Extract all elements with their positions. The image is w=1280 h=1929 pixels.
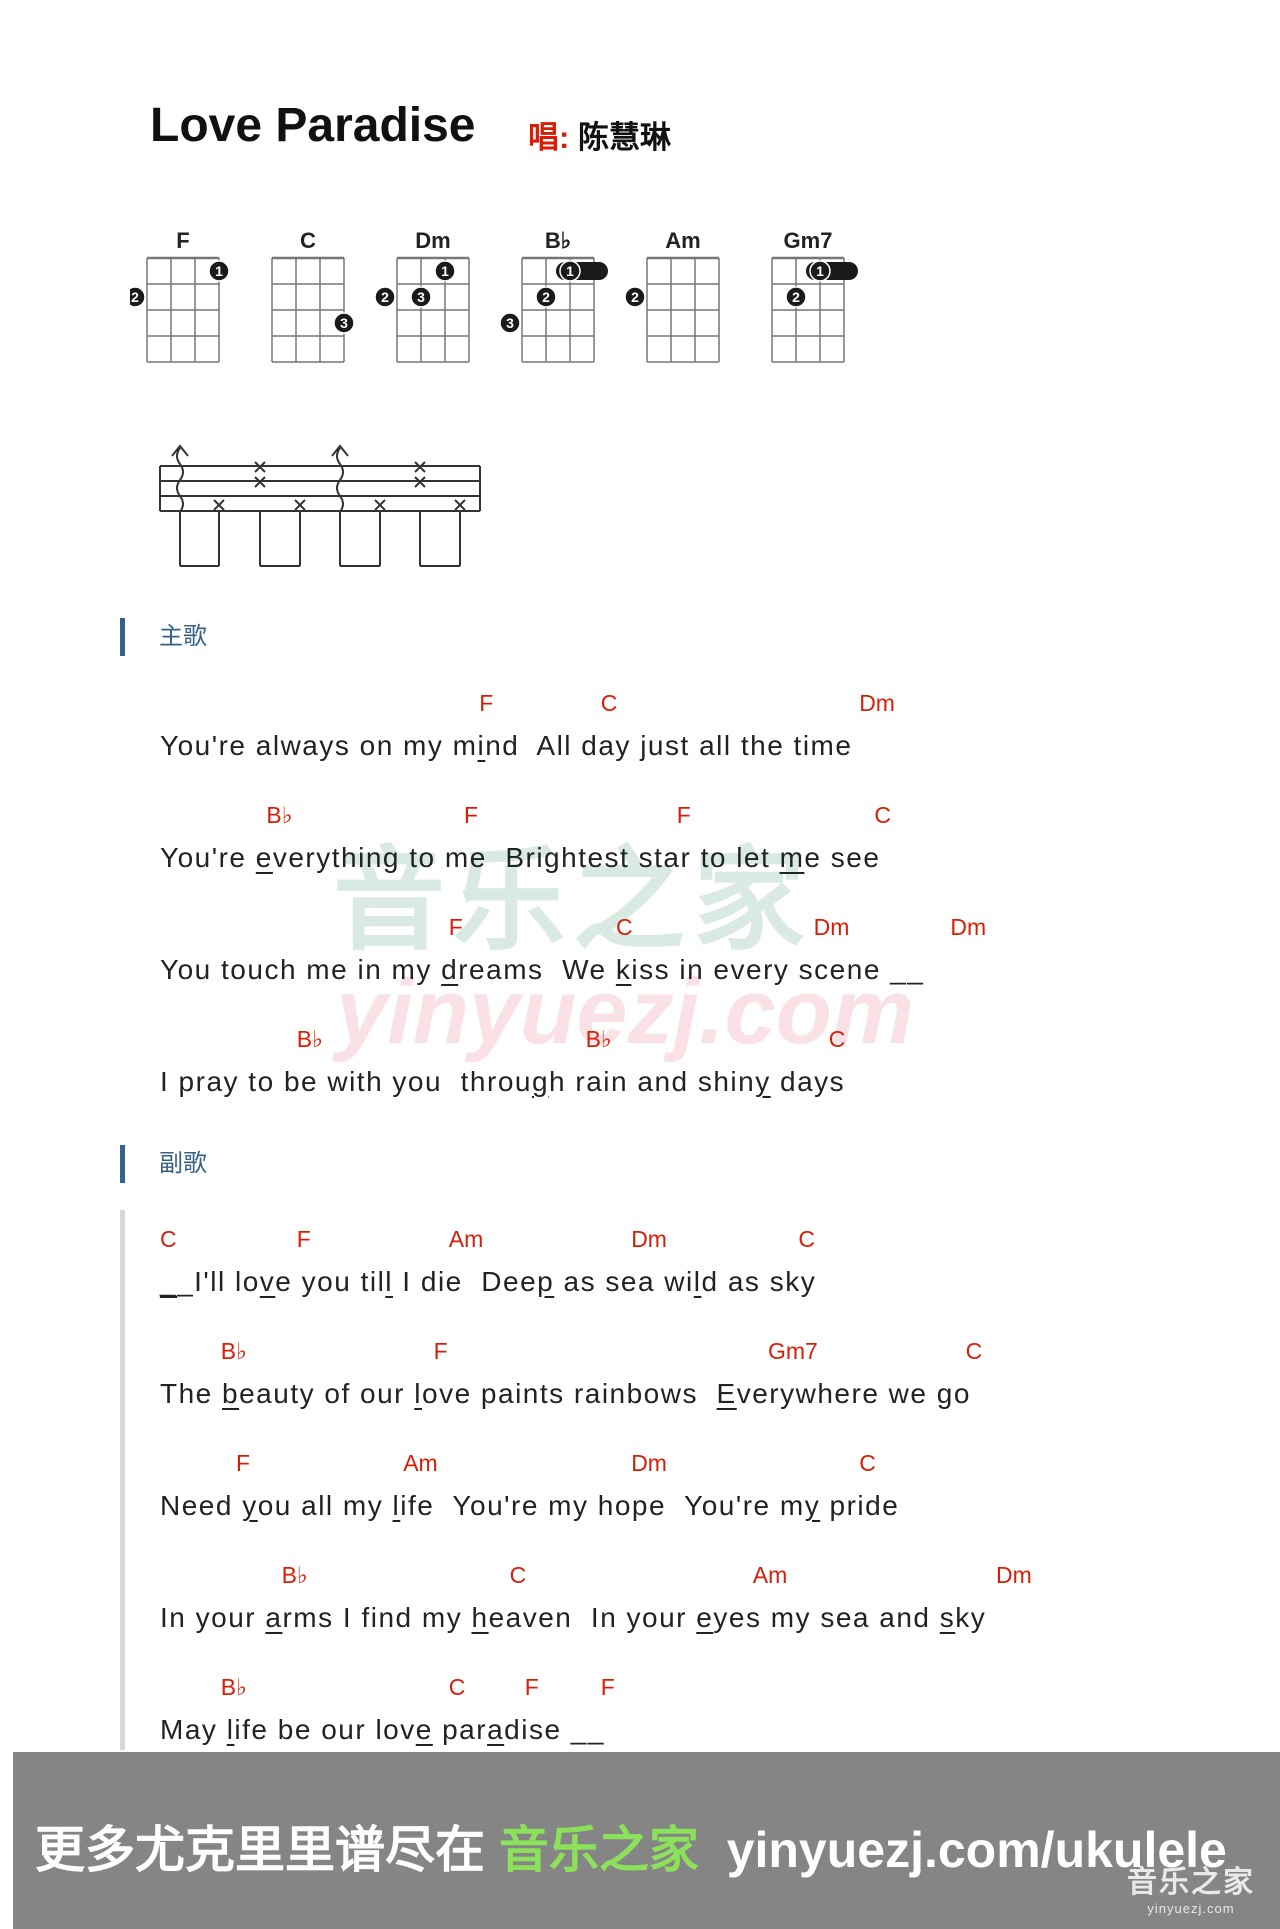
chord-label: C	[859, 1450, 876, 1476]
lyric-text: Need you all my life You're my hope You'…	[160, 1490, 900, 1521]
chord-label: B♭	[220, 1674, 247, 1700]
chord-diagram-name: F	[176, 228, 189, 253]
song-title: Love Paradise	[150, 99, 476, 152]
chord-label: C	[616, 914, 633, 940]
footer-logo: 音乐之家 yinyuezj.com	[1116, 1857, 1266, 1921]
finger-number: 2	[792, 289, 800, 305]
lyric-text: You're always on my mind All day just al…	[160, 730, 853, 761]
chord-label: F	[296, 1226, 311, 1252]
chord-label: F	[676, 802, 691, 828]
chord-label: C	[160, 1226, 177, 1252]
chord-label: Dm	[859, 690, 895, 716]
footer-prefix: 更多尤克里里谱尽在	[35, 1822, 499, 1878]
chord-label: Am	[448, 1226, 484, 1252]
chord-label: F	[464, 802, 479, 828]
lyric-text: I pray to be with you through rain and s…	[160, 1066, 846, 1097]
chord-diagram-name: B♭	[545, 228, 571, 253]
chord-label: B♭	[266, 802, 293, 828]
singer-label: 唱:	[528, 120, 570, 155]
chord-label: Am	[752, 1562, 788, 1588]
lyric-text: __I'll love you till I die Deep as sea w…	[160, 1266, 817, 1297]
chord-diagram-name: Gm7	[784, 228, 833, 253]
finger-number: 1	[816, 263, 824, 279]
chorus-side-bar	[120, 1210, 125, 1750]
footer-banner: 更多尤克里里谱尽在 音乐之家 yinyuezj.com/ukulele 音乐之家…	[13, 1752, 1280, 1929]
finger-number: 2	[631, 289, 639, 305]
singer-credit: 唱: 陈慧琳	[528, 112, 671, 157]
chord-diagram: Dm 1 2 3	[374, 228, 470, 363]
watermark-chinese: 音乐之家	[333, 838, 813, 963]
footer-logo-cn: 音乐之家	[1127, 1866, 1255, 1899]
finger-number: 1	[441, 263, 449, 279]
finger-number: 3	[340, 315, 348, 331]
chord-label: B♭	[296, 1026, 323, 1052]
chord-diagram-name: Am	[665, 228, 700, 253]
chord-label: B♭	[281, 1562, 308, 1588]
chord-label: B♭	[220, 1338, 247, 1364]
strum-pattern-diagram	[159, 444, 481, 567]
finger-number: 2	[542, 289, 550, 305]
chord-diagram-name: Dm	[415, 228, 450, 253]
chord-label: C	[448, 1674, 466, 1700]
chord-label: C	[828, 1026, 846, 1052]
chord-diagram: Gm7 12	[771, 228, 858, 363]
lyric-text: May life be our love paradise __	[160, 1714, 605, 1745]
chord-label: C	[965, 1338, 983, 1364]
chord-label: F	[524, 1674, 539, 1700]
section-verse-header: 主歌	[120, 618, 207, 656]
singer-name: 陈慧琳	[577, 120, 671, 155]
chord-label: F	[236, 1450, 251, 1476]
chord-label: F	[479, 690, 494, 716]
footer-brand: 音乐之家	[498, 1822, 699, 1878]
chord-label: C	[874, 802, 892, 828]
finger-number: 2	[381, 289, 389, 305]
chord-label: Dm	[631, 1226, 667, 1252]
chord-label: C	[509, 1562, 527, 1588]
footer-logo-en: yinyuezj.com	[1147, 1901, 1235, 1916]
chord-label: Dm	[950, 914, 987, 940]
lyric-text: The beauty of our love paints rainbows E…	[160, 1378, 971, 1409]
lyric-text: You touch me in my dreams We kiss in eve…	[160, 954, 925, 985]
chord-diagram: Am 2	[624, 228, 720, 363]
lyric-text: You're everything to me Brightest star t…	[160, 842, 881, 873]
chord-diagram-name: C	[300, 228, 316, 253]
strum-x-marks	[213, 461, 466, 511]
finger-number: 2	[131, 289, 139, 305]
chord-label: B♭	[585, 1026, 612, 1052]
chord-diagram: C3	[271, 228, 355, 363]
chord-diagram: B♭ 12 3	[499, 228, 608, 363]
finger-number: 1	[215, 263, 223, 279]
chord-label: F	[448, 914, 463, 940]
chord-label: Dm	[996, 1562, 1032, 1588]
chord-label: F	[433, 1338, 448, 1364]
strum-down-arrows	[171, 444, 349, 513]
finger-number: 1	[566, 263, 574, 279]
chord-label: C	[798, 1226, 816, 1252]
chord-diagram: F 1 2	[130, 228, 230, 363]
finger-number: 3	[417, 289, 425, 305]
chord-label: C	[600, 690, 618, 716]
chord-label: Am	[403, 1450, 438, 1476]
chord-label: Gm7	[768, 1338, 818, 1364]
chord-label: F	[600, 1674, 615, 1700]
finger-number: 3	[506, 315, 514, 331]
chord-label: Dm	[813, 914, 850, 940]
chord-label: Dm	[631, 1450, 667, 1476]
lyric-text: In your arms I find my heaven In your ey…	[160, 1602, 987, 1633]
strum-beams	[179, 511, 461, 567]
section-chorus-header: 副歌	[120, 1145, 207, 1183]
chord-diagram-row: F12C3Dm12 3B♭123Am2Gm712	[130, 228, 858, 363]
footer-promo: 更多尤克里里谱尽在 音乐之家 yinyuezj.com/ukulele	[35, 1810, 1227, 1882]
